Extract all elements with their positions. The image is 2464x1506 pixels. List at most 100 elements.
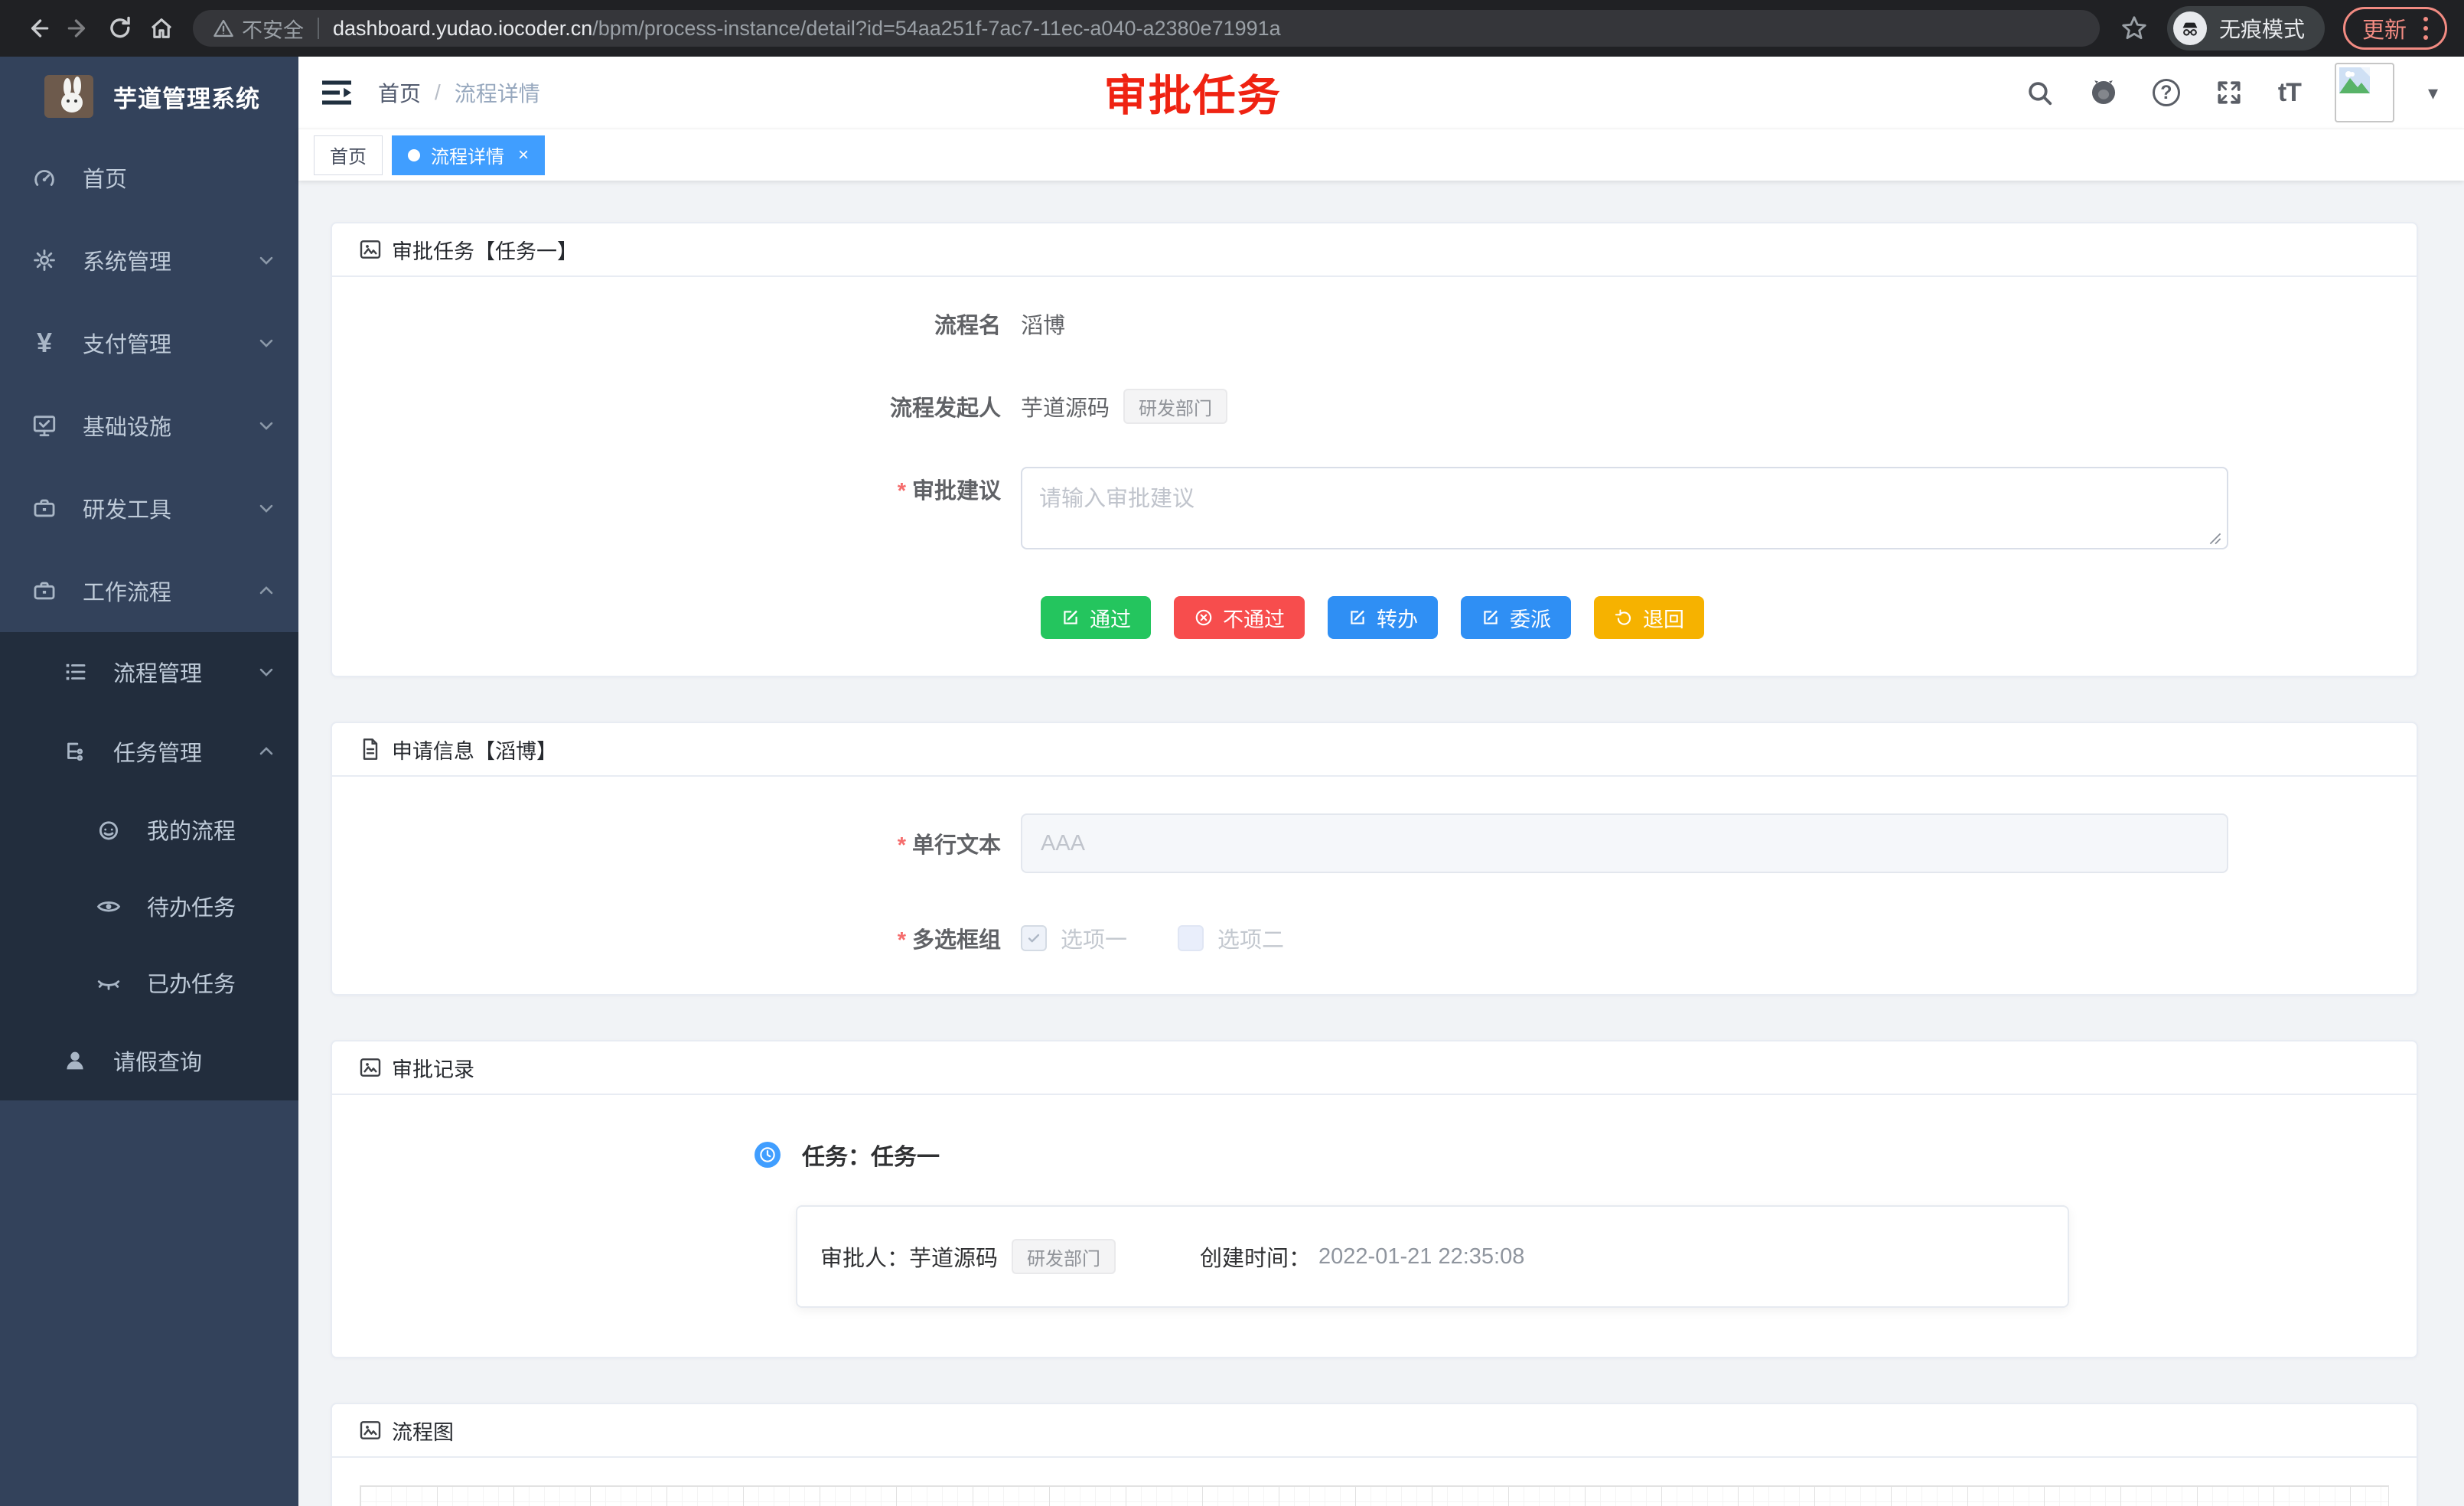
sidebar-item-label: 研发工具 [83, 492, 171, 524]
sidebar-item-system[interactable]: 系统管理 [0, 219, 298, 302]
sidebar-item-my-process[interactable]: 我的流程 [0, 791, 298, 868]
collapse-sidebar-icon[interactable] [318, 74, 355, 111]
card-header: 审批记录 [332, 1041, 2417, 1095]
checkbox-option-1 [1021, 925, 1047, 951]
breadcrumb: 首页 / 流程详情 [378, 77, 540, 108]
bpmn-canvas[interactable] [360, 1485, 2389, 1506]
search-icon[interactable] [2024, 77, 2055, 108]
sidebar-item-home[interactable]: 首页 [0, 136, 298, 219]
browser-menu-icon[interactable] [2423, 17, 2428, 40]
required-mark: * [898, 479, 906, 504]
edit-icon [1481, 608, 1501, 628]
tree-icon [61, 738, 89, 765]
chevron-down-icon [256, 661, 277, 683]
sidebar-item-leave-query[interactable]: 请假查询 [0, 1021, 298, 1100]
created-value: 2022-01-21 22:35:08 [1318, 1244, 1524, 1270]
process-name-row: 流程名 滔博 [332, 308, 2417, 340]
list-icon [61, 658, 89, 686]
breadcrumb-home[interactable]: 首页 [378, 77, 421, 108]
sidebar-item-payment[interactable]: ¥ 支付管理 [0, 302, 298, 384]
avatar[interactable] [2335, 63, 2394, 122]
sidebar-item-todo-tasks[interactable]: 待办任务 [0, 868, 298, 944]
app-title: 芋道管理系统 [113, 80, 260, 114]
task-title: 任务：任务一 [802, 1138, 940, 1172]
card-title: 申请信息【滔博】 [392, 735, 557, 764]
back-icon[interactable] [17, 8, 58, 49]
tab-close-icon[interactable]: × [518, 145, 529, 166]
forward-icon[interactable] [58, 8, 99, 49]
checkbox-group-label: 多选框组 [912, 928, 1001, 953]
broken-image-icon [2339, 67, 2370, 93]
approval-record-card: 审批记录 任务：任务一 审批人： 芋道源码 研发部门 [331, 1040, 2418, 1358]
sidebar-item-devtools[interactable]: 研发工具 [0, 467, 298, 549]
picture-icon [358, 1418, 383, 1442]
transfer-button[interactable]: 转办 [1328, 596, 1438, 639]
sidebar-logo-row[interactable]: 芋道管理系统 [0, 57, 298, 136]
document-icon [358, 737, 383, 761]
checkbox-option-label: 选项一 [1061, 922, 1127, 954]
breadcrumb-separator: / [435, 80, 441, 105]
yen-icon: ¥ [31, 329, 58, 357]
tab-process-detail[interactable]: 流程详情 × [392, 135, 545, 175]
card-header: 流程图 [332, 1404, 2417, 1458]
created-label: 创建时间： [1200, 1240, 1311, 1273]
sidebar-item-workflow[interactable]: 工作流程 [0, 549, 298, 632]
single-line-text-input [1021, 813, 2228, 873]
help-icon[interactable]: ? [2153, 79, 2180, 106]
omnibox-divider [318, 18, 319, 39]
tags-view-bar: 首页 流程详情 × [298, 129, 2464, 181]
incognito-badge: 无痕模式 [2167, 6, 2325, 51]
approval-actions: 通过 不通过 转办 委 [1041, 596, 2417, 639]
checkbox-option-2 [1178, 925, 1204, 951]
card-header: 申请信息【滔博】 [332, 723, 2417, 777]
resize-handle-icon[interactable] [2207, 530, 2224, 547]
sidebar-item-task-mgmt[interactable]: 任务管理 [0, 712, 298, 791]
font-size-icon[interactable]: tT [2278, 78, 2301, 108]
return-button[interactable]: 退回 [1594, 596, 1704, 639]
approval-task-card: 审批任务【任务一】 流程名 滔博 流程发起人 芋道源码 研发部门 [331, 222, 2418, 677]
url-host: dashboard.yudao.iocoder.cn [333, 17, 592, 41]
picture-icon [358, 237, 383, 262]
delegate-button[interactable]: 委派 [1461, 596, 1571, 639]
not-secure-warning-icon [213, 18, 234, 39]
avatar-caret-icon[interactable]: ▾ [2428, 81, 2438, 105]
picture-icon [358, 1055, 383, 1080]
github-icon[interactable] [2088, 77, 2119, 108]
required-mark: * [898, 928, 906, 953]
update-label: 更新 [2362, 12, 2407, 44]
reject-button[interactable]: 不通过 [1174, 596, 1305, 639]
security-label: 不安全 [242, 14, 304, 44]
sidebar-item-process-mgmt[interactable]: 流程管理 [0, 632, 298, 712]
sidebar-item-label: 首页 [83, 161, 127, 194]
dashboard-icon [31, 164, 58, 191]
suggestion-textarea[interactable] [1021, 467, 2228, 549]
sidebar-item-done-tasks[interactable]: 已办任务 [0, 944, 298, 1021]
chevron-down-icon [256, 332, 277, 354]
sidebar-item-label: 待办任务 [147, 890, 236, 922]
dept-tag: 研发部门 [1012, 1239, 1116, 1274]
face-icon [95, 816, 122, 843]
edit-icon [1348, 608, 1367, 628]
incognito-icon [2173, 11, 2207, 45]
home-icon[interactable] [141, 8, 182, 49]
sidebar-item-label: 我的流程 [147, 813, 236, 846]
approve-button[interactable]: 通过 [1041, 596, 1151, 639]
application-info-card: 申请信息【滔博】 *单行文本 *多选框组 [331, 722, 2418, 996]
bookmark-star-icon[interactable] [2120, 14, 2149, 43]
initiator-value: 芋道源码 [1021, 390, 1110, 422]
clock-icon [755, 1142, 781, 1168]
browser-toolbar: 不安全 dashboard.yudao.iocoder.cn /bpm/proc… [0, 0, 2464, 57]
tab-active-dot [408, 149, 420, 161]
sidebar-item-label: 已办任务 [147, 967, 236, 999]
sidebar-item-label: 任务管理 [113, 735, 202, 768]
sidebar-item-label: 工作流程 [83, 575, 171, 607]
fullscreen-icon[interactable] [2214, 77, 2244, 108]
top-navbar: 首页 / 流程详情 审批任务 ? tT ▾ [298, 57, 2464, 129]
sidebar-item-infrastructure[interactable]: 基础设施 [0, 384, 298, 467]
url-bar[interactable]: 不安全 dashboard.yudao.iocoder.cn /bpm/proc… [193, 10, 2100, 47]
reload-icon[interactable] [99, 8, 141, 49]
sidebar-item-label: 请假查询 [113, 1045, 202, 1077]
tab-home[interactable]: 首页 [314, 135, 383, 175]
toolbox-icon [31, 494, 58, 522]
browser-update-button[interactable]: 更新 [2343, 7, 2447, 50]
